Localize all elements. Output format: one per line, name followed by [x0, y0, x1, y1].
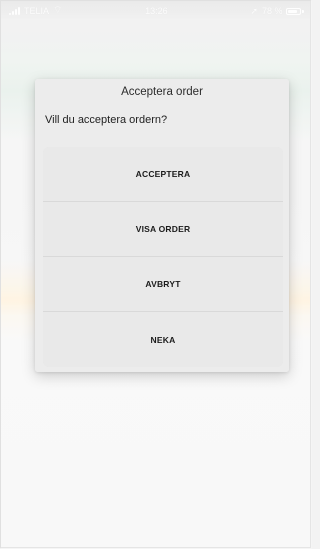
dialog-title: Acceptera order — [121, 86, 203, 98]
view-order-button[interactable]: VISA ORDER — [43, 202, 283, 257]
accept-order-dialog: Acceptera order Vill du acceptera ordern… — [35, 79, 289, 372]
dialog-options: ACCEPTERA VISA ORDER AVBRYT NEKA — [43, 147, 283, 367]
app-screen: TELIA ⌔ 13:26 ➚ 78 % Acceptera order Vil… — [0, 0, 312, 549]
cancel-button[interactable]: AVBRYT — [43, 257, 283, 312]
accept-button[interactable]: ACCEPTERA — [43, 147, 283, 202]
decline-button[interactable]: NEKA — [43, 312, 283, 367]
dialog-message: Vill du acceptera ordern? — [45, 114, 168, 126]
